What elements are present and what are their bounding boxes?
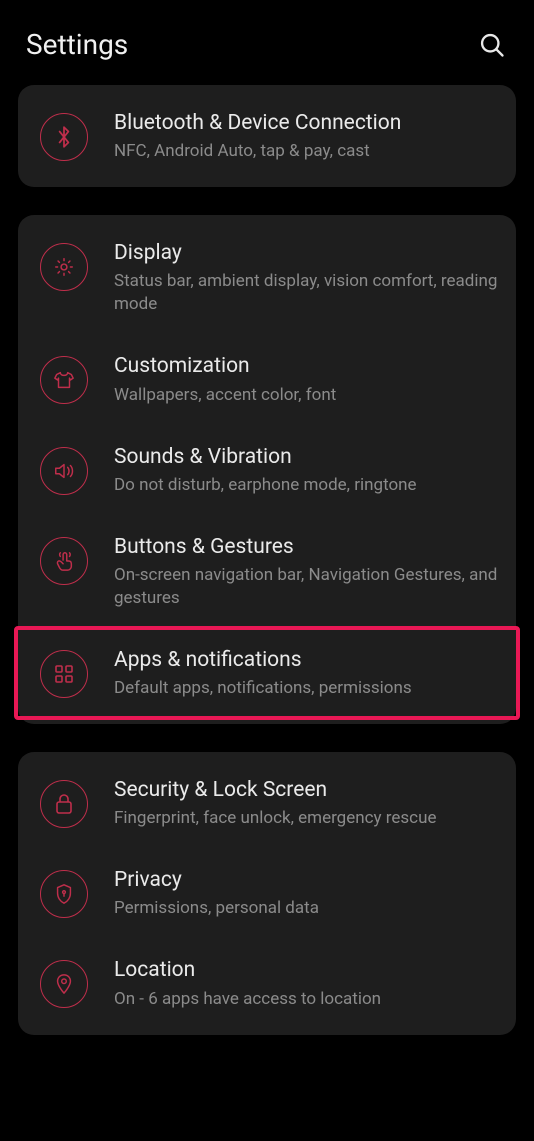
settings-row-location[interactable]: Location On - 6 apps have access to loca… (18, 938, 516, 1028)
row-subtitle: Default apps, notifications, permissions (114, 677, 494, 700)
row-text: Sounds & Vibration Do not disturb, earph… (114, 443, 498, 497)
row-text: Privacy Permissions, personal data (114, 866, 498, 920)
search-button[interactable] (476, 29, 508, 61)
tshirt-icon (40, 356, 88, 404)
touch-icon (40, 537, 88, 585)
bluetooth-icon (40, 113, 88, 161)
row-title: Security & Lock Screen (114, 777, 498, 803)
settings-row-buttons-gestures[interactable]: Buttons & Gestures On-screen navigation … (18, 515, 516, 628)
brightness-icon (40, 243, 88, 291)
settings-row-display[interactable]: Display Status bar, ambient display, vis… (18, 221, 516, 334)
lock-icon (40, 780, 88, 828)
row-title: Customization (114, 353, 498, 379)
page-title: Settings (26, 28, 128, 61)
row-subtitle: Permissions, personal data (114, 897, 498, 920)
settings-group: Bluetooth & Device Connection NFC, Andro… (18, 85, 516, 187)
settings-row-customization[interactable]: Customization Wallpapers, accent color, … (18, 334, 516, 424)
row-text: Location On - 6 apps have access to loca… (114, 956, 498, 1010)
row-title: Bluetooth & Device Connection (114, 110, 498, 136)
search-icon (478, 31, 506, 59)
settings-row-apps-notifications[interactable]: Apps & notifications Default apps, notif… (16, 628, 518, 718)
settings-group: Security & Lock Screen Fingerprint, face… (18, 752, 516, 1035)
row-text: Buttons & Gestures On-screen navigation … (114, 533, 498, 610)
row-subtitle: NFC, Android Auto, tap & pay, cast (114, 140, 498, 163)
settings-row-privacy[interactable]: Privacy Permissions, personal data (18, 848, 516, 938)
row-title: Display (114, 240, 498, 266)
row-title: Privacy (114, 867, 498, 893)
header: Settings (0, 0, 534, 85)
row-title: Sounds & Vibration (114, 444, 498, 470)
shield-icon (40, 870, 88, 918)
row-text: Bluetooth & Device Connection NFC, Andro… (114, 109, 498, 163)
row-text: Customization Wallpapers, accent color, … (114, 352, 498, 406)
row-subtitle: On - 6 apps have access to location (114, 988, 498, 1011)
speaker-icon (40, 447, 88, 495)
location-pin-icon (40, 960, 88, 1008)
row-subtitle: Status bar, ambient display, vision comf… (114, 270, 498, 316)
row-title: Buttons & Gestures (114, 534, 498, 560)
settings-list: Bluetooth & Device Connection NFC, Andro… (0, 85, 534, 1035)
row-title: Location (114, 957, 498, 983)
settings-row-bluetooth[interactable]: Bluetooth & Device Connection NFC, Andro… (18, 91, 516, 181)
settings-group: Display Status bar, ambient display, vis… (18, 215, 516, 724)
row-subtitle: On-screen navigation bar, Navigation Ges… (114, 564, 498, 610)
row-text: Security & Lock Screen Fingerprint, face… (114, 776, 498, 830)
row-title: Apps & notifications (114, 647, 494, 673)
row-subtitle: Do not disturb, earphone mode, ringtone (114, 474, 498, 497)
apps-grid-icon (40, 650, 88, 698)
settings-row-sounds[interactable]: Sounds & Vibration Do not disturb, earph… (18, 425, 516, 515)
row-subtitle: Fingerprint, face unlock, emergency resc… (114, 807, 498, 830)
row-text: Apps & notifications Default apps, notif… (114, 646, 494, 700)
settings-row-security[interactable]: Security & Lock Screen Fingerprint, face… (18, 758, 516, 848)
row-text: Display Status bar, ambient display, vis… (114, 239, 498, 316)
row-subtitle: Wallpapers, accent color, font (114, 384, 498, 407)
